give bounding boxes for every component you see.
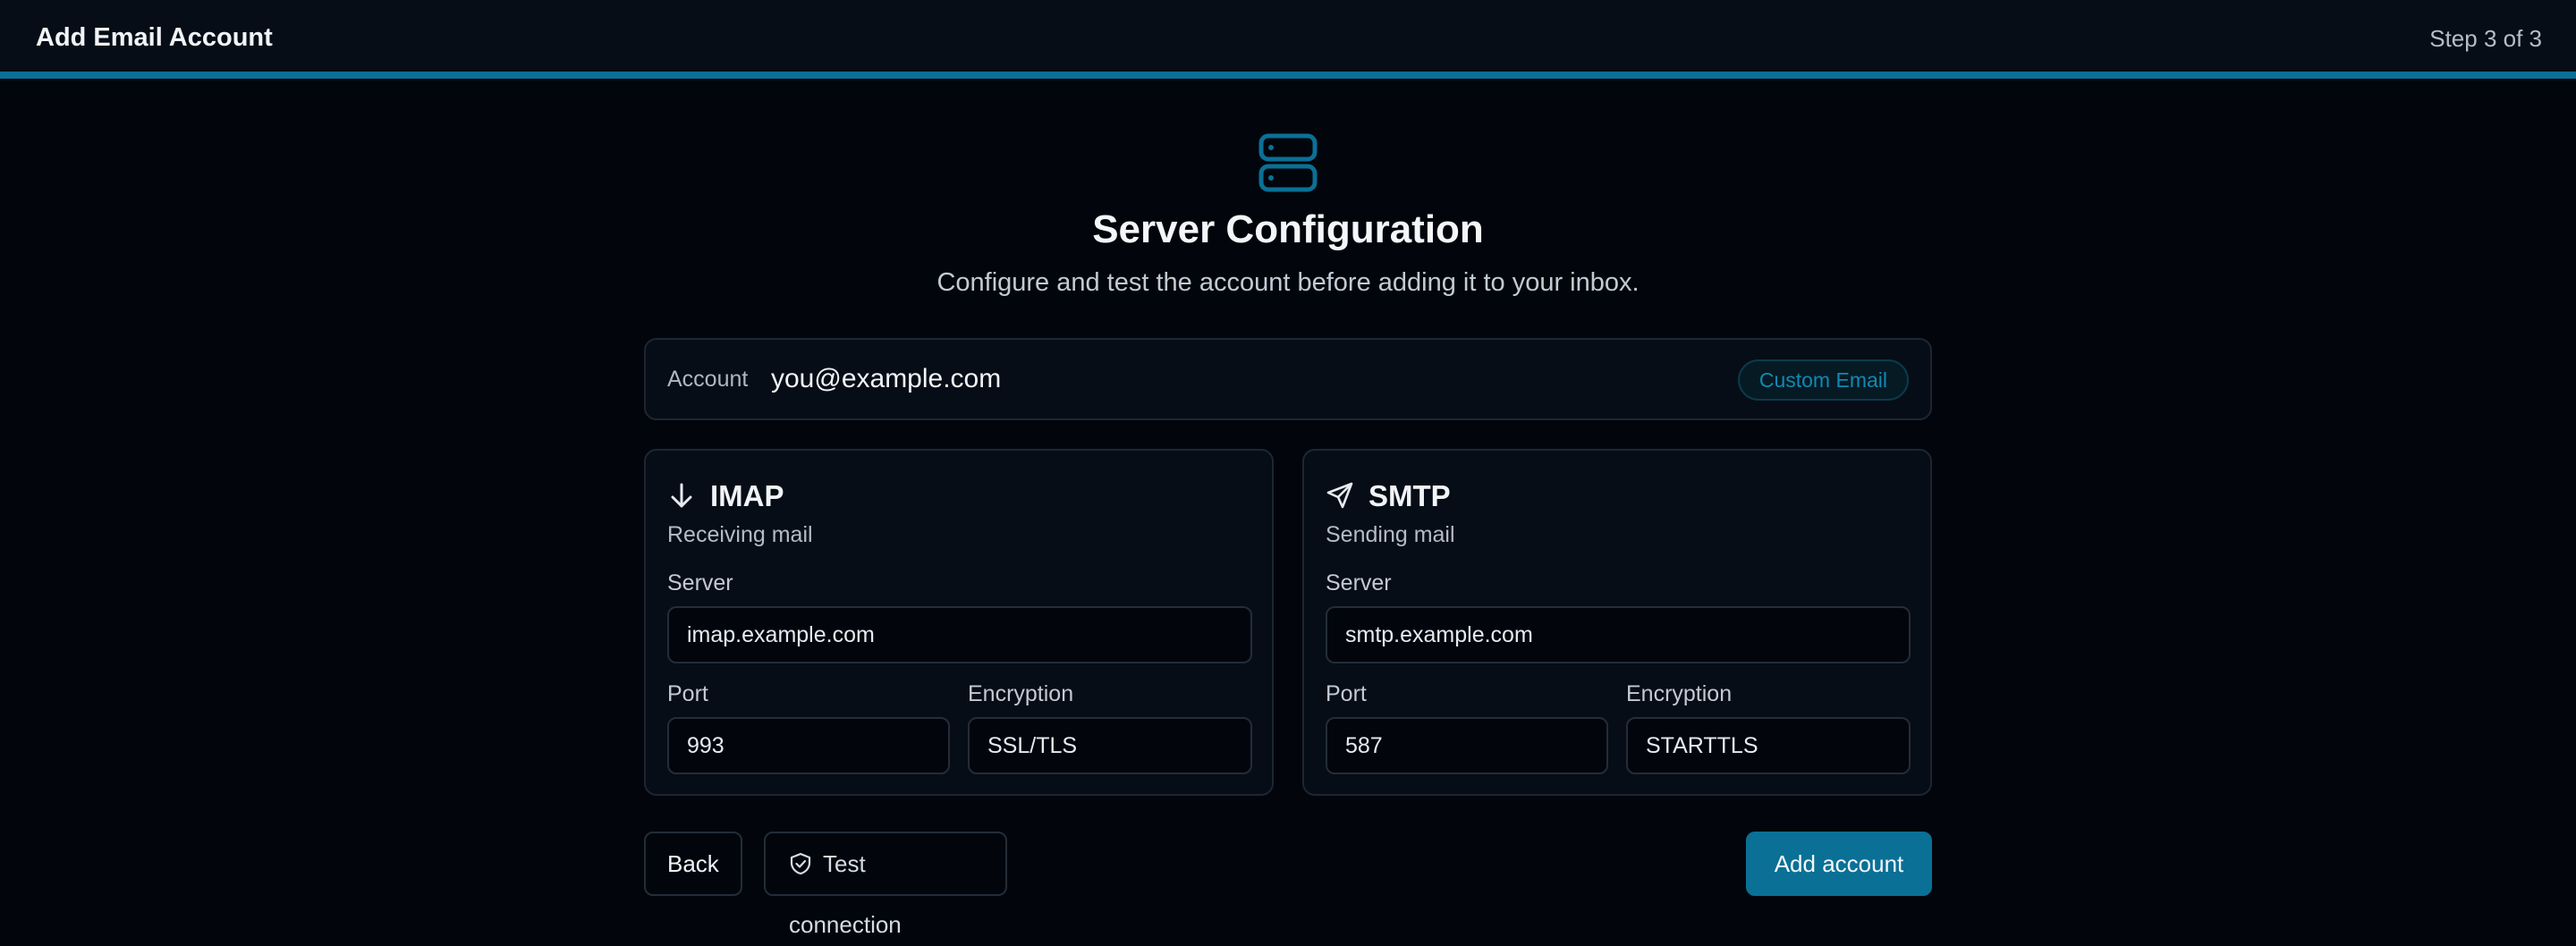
back-button[interactable]: Back <box>644 832 742 896</box>
account-summary: Account you@example.com Custom Email <box>644 338 1932 420</box>
smtp-panel: SMTP Sending mail Server smtp.example.co… <box>1302 449 1932 796</box>
server-icon <box>1258 133 1318 192</box>
step-indicator: Step 3 of 3 <box>2429 25 2542 52</box>
imap-encryption-label: Encryption <box>968 681 1074 706</box>
top-bar: Add Email Account Step 3 of 3 <box>0 0 2576 79</box>
smtp-port-input[interactable]: 587 <box>1326 717 1608 774</box>
imap-server-label: Server <box>667 570 733 595</box>
add-account-button[interactable]: Add account <box>1746 832 1932 896</box>
arrow-down-icon <box>671 483 692 508</box>
imap-panel: IMAP Receiving mail Server imap.example.… <box>644 449 1274 796</box>
smtp-port-label: Port <box>1326 681 1367 706</box>
imap-port-label: Port <box>667 681 708 706</box>
send-icon <box>1326 482 1353 509</box>
imap-subtitle: Receiving mail <box>667 522 813 547</box>
account-type-badge: Custom Email <box>1737 359 1909 401</box>
smtp-title: SMTP <box>1368 479 1451 512</box>
imap-encryption-select[interactable]: SSL/TLS <box>968 717 1252 774</box>
test-connection-button[interactable]: Test connection <box>764 832 1007 938</box>
account-email: you@example.com <box>771 364 1002 393</box>
imap-port-input[interactable]: 993 <box>667 717 950 774</box>
imap-title: IMAP <box>710 479 784 512</box>
smtp-encryption-select[interactable]: STARTTLS <box>1626 717 1911 774</box>
shield-check-icon <box>790 853 811 875</box>
smtp-encryption-label: Encryption <box>1626 681 1733 706</box>
window-title: Add Email Account <box>36 23 273 52</box>
account-label: Account <box>667 367 749 392</box>
smtp-subtitle: Sending mail <box>1326 522 1455 547</box>
imap-server-input[interactable]: imap.example.com <box>667 606 1252 663</box>
page-title: Server Configuration <box>1092 207 1484 251</box>
smtp-server-input[interactable]: smtp.example.com <box>1326 606 1911 663</box>
smtp-server-label: Server <box>1326 570 1392 595</box>
page-subtitle: Configure and test the account before ad… <box>936 268 1640 297</box>
